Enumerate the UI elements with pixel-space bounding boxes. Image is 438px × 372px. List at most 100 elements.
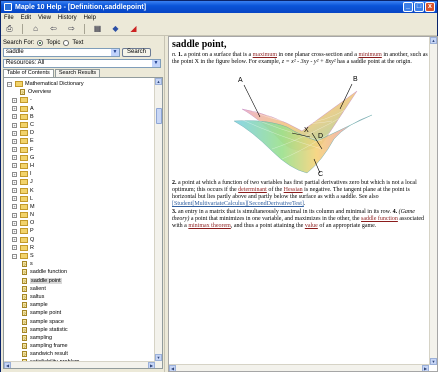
tree-item-letter[interactable]: + R xyxy=(4,244,154,252)
tree-item-entry[interactable]: ? sample space xyxy=(4,317,154,325)
tree-item-letter[interactable]: + J xyxy=(4,178,154,186)
content-vertical-scrollbar[interactable]: ▲ ▼ xyxy=(429,37,437,365)
tree-item-letter[interactable]: + N xyxy=(4,211,154,219)
forward-icon[interactable]: ⇨ xyxy=(66,23,77,34)
expand-icon[interactable]: + xyxy=(12,228,17,234)
tree-item-entry[interactable]: ? sample xyxy=(4,301,154,309)
tree-item-letter[interactable]: + H xyxy=(4,162,154,170)
link-saddle-function[interactable]: saddle function xyxy=(361,216,398,222)
tree-item-letter[interactable]: + P xyxy=(4,227,154,235)
text-radio[interactable] xyxy=(63,39,70,46)
scroll-right-icon[interactable]: ▶ xyxy=(422,365,429,371)
tree-item-letter[interactable]: + Q xyxy=(4,236,154,244)
expand-icon[interactable]: + xyxy=(12,122,17,128)
tree-item-letter[interactable]: + C xyxy=(4,121,154,129)
tree-item-entry[interactable]: ? sandwich result xyxy=(4,350,154,358)
maximize-button[interactable]: □ xyxy=(414,2,424,12)
tree-item-letter[interactable]: + F xyxy=(4,146,154,154)
expand-icon[interactable]: + xyxy=(12,114,17,120)
menu-file[interactable]: File xyxy=(4,15,14,21)
tree-item-letter[interactable]: + G xyxy=(4,154,154,162)
dictionary-icon[interactable]: ▦ xyxy=(92,23,103,34)
scroll-left-icon[interactable]: ◀ xyxy=(169,365,176,371)
home-icon[interactable]: ⌂ xyxy=(30,23,41,34)
tree-scroll-thumb[interactable] xyxy=(156,108,162,124)
topic-radio[interactable] xyxy=(37,39,44,46)
link-hessian[interactable]: Hessian xyxy=(284,187,303,193)
scroll-up-icon[interactable]: ▲ xyxy=(430,37,437,44)
tree-item-letter[interactable]: + - xyxy=(4,96,154,104)
collapse-icon[interactable]: − xyxy=(7,81,12,87)
tree-item-letter[interactable]: + B xyxy=(4,113,154,121)
link-value[interactable]: value xyxy=(305,223,318,229)
tree-vertical-scrollbar[interactable]: ▲ ▼ xyxy=(154,78,162,368)
scroll-down-icon[interactable]: ▼ xyxy=(155,354,162,361)
print-icon[interactable]: ⎙ xyxy=(4,23,15,34)
search-button[interactable]: Search xyxy=(122,48,151,57)
expand-icon[interactable]: + xyxy=(12,196,17,202)
expand-icon[interactable]: + xyxy=(12,106,17,112)
tree-item-entry[interactable]: ? salient xyxy=(4,285,154,293)
link-maximum[interactable]: maximum xyxy=(253,52,277,58)
expand-icon[interactable]: + xyxy=(12,138,17,144)
scroll-up-icon[interactable]: ▲ xyxy=(155,78,162,85)
resources-select[interactable]: Resources: All ▼ xyxy=(3,59,161,68)
tree-item-letter[interactable]: − S xyxy=(4,252,154,260)
tree-item-letter[interactable]: + K xyxy=(4,186,154,194)
search-input[interactable]: saddle ▼ xyxy=(3,48,120,57)
expand-icon[interactable]: + xyxy=(12,237,17,243)
close-button[interactable]: x xyxy=(425,2,435,12)
scroll-right-icon[interactable]: ▶ xyxy=(148,362,155,368)
tree-item-letter[interactable]: + I xyxy=(4,170,154,178)
tree-item-entry[interactable]: ? sample statistic xyxy=(4,326,154,334)
scroll-down-icon[interactable]: ▼ xyxy=(430,358,437,365)
bookmarks-red-icon[interactable]: ◢ xyxy=(128,23,139,34)
link-minimax-theorem[interactable]: minimax theorem xyxy=(188,223,231,229)
tree-item-letter[interactable]: + O xyxy=(4,219,154,227)
expand-icon[interactable]: + xyxy=(12,212,17,218)
tree-item-letter[interactable]: + D xyxy=(4,129,154,137)
tree-item-entry[interactable]: ? saddle point xyxy=(4,277,154,285)
tree-item-entry[interactable]: ? sample point xyxy=(4,309,154,317)
tree-item-letter[interactable]: + E xyxy=(4,137,154,145)
tab-table-of-contents[interactable]: Table of Contents xyxy=(3,69,54,77)
tree-item-letter[interactable]: + L xyxy=(4,195,154,203)
tab-search-results[interactable]: Search Results xyxy=(54,69,101,77)
menu-view[interactable]: View xyxy=(38,15,51,21)
collapse-icon[interactable]: − xyxy=(12,253,17,259)
expand-icon[interactable]: + xyxy=(12,171,17,177)
expand-icon[interactable]: + xyxy=(12,245,17,251)
tree-horizontal-scrollbar[interactable]: ◀ ▶ xyxy=(4,361,155,368)
expand-icon[interactable]: + xyxy=(12,220,17,226)
title-bar[interactable]: Maple 10 Help - [Definition,saddlepoint]… xyxy=(1,1,437,13)
tree-item-entry[interactable]: ? saddle function xyxy=(4,268,154,276)
tree-item-root[interactable]: − Mathematical Dictionary xyxy=(4,80,154,88)
tree-item-entry[interactable]: ? sampling frame xyxy=(4,342,154,350)
scroll-left-icon[interactable]: ◀ xyxy=(4,362,11,368)
expand-icon[interactable]: + xyxy=(12,163,17,169)
content-horizontal-scrollbar[interactable]: ◀ ▶ xyxy=(169,364,429,371)
expand-icon[interactable]: + xyxy=(12,130,17,136)
menu-help[interactable]: Help xyxy=(84,15,96,21)
link-second-derivative-test[interactable]: [Student[MultivariateCalculus][SecondDer… xyxy=(172,201,304,207)
tree-item-entry[interactable]: ? sampling xyxy=(4,334,154,342)
bookmark-icon[interactable]: ◆ xyxy=(110,23,121,34)
tree-item-entry[interactable]: ? saltus xyxy=(4,293,154,301)
expand-icon[interactable]: + xyxy=(12,147,17,153)
chevron-down-icon[interactable]: ▼ xyxy=(152,60,160,67)
link-minimum[interactable]: minimum xyxy=(358,52,381,58)
expand-icon[interactable]: + xyxy=(12,97,17,103)
tree-item-entry[interactable]: ? s xyxy=(4,260,154,268)
link-determinant[interactable]: determinant xyxy=(238,187,267,193)
expand-icon[interactable]: + xyxy=(12,179,17,185)
minimize-button[interactable]: _ xyxy=(403,2,413,12)
tree-item-letter[interactable]: + M xyxy=(4,203,154,211)
menu-edit[interactable]: Edit xyxy=(21,15,31,21)
expand-icon[interactable]: + xyxy=(12,188,17,194)
search-history-dropdown-icon[interactable]: ▼ xyxy=(111,49,119,56)
tree-item-overview[interactable]: ? Overview xyxy=(4,88,154,96)
expand-icon[interactable]: + xyxy=(12,204,17,210)
tree-item-letter[interactable]: + A xyxy=(4,105,154,113)
back-icon[interactable]: ⇦ xyxy=(48,23,59,34)
menu-history[interactable]: History xyxy=(58,15,77,21)
